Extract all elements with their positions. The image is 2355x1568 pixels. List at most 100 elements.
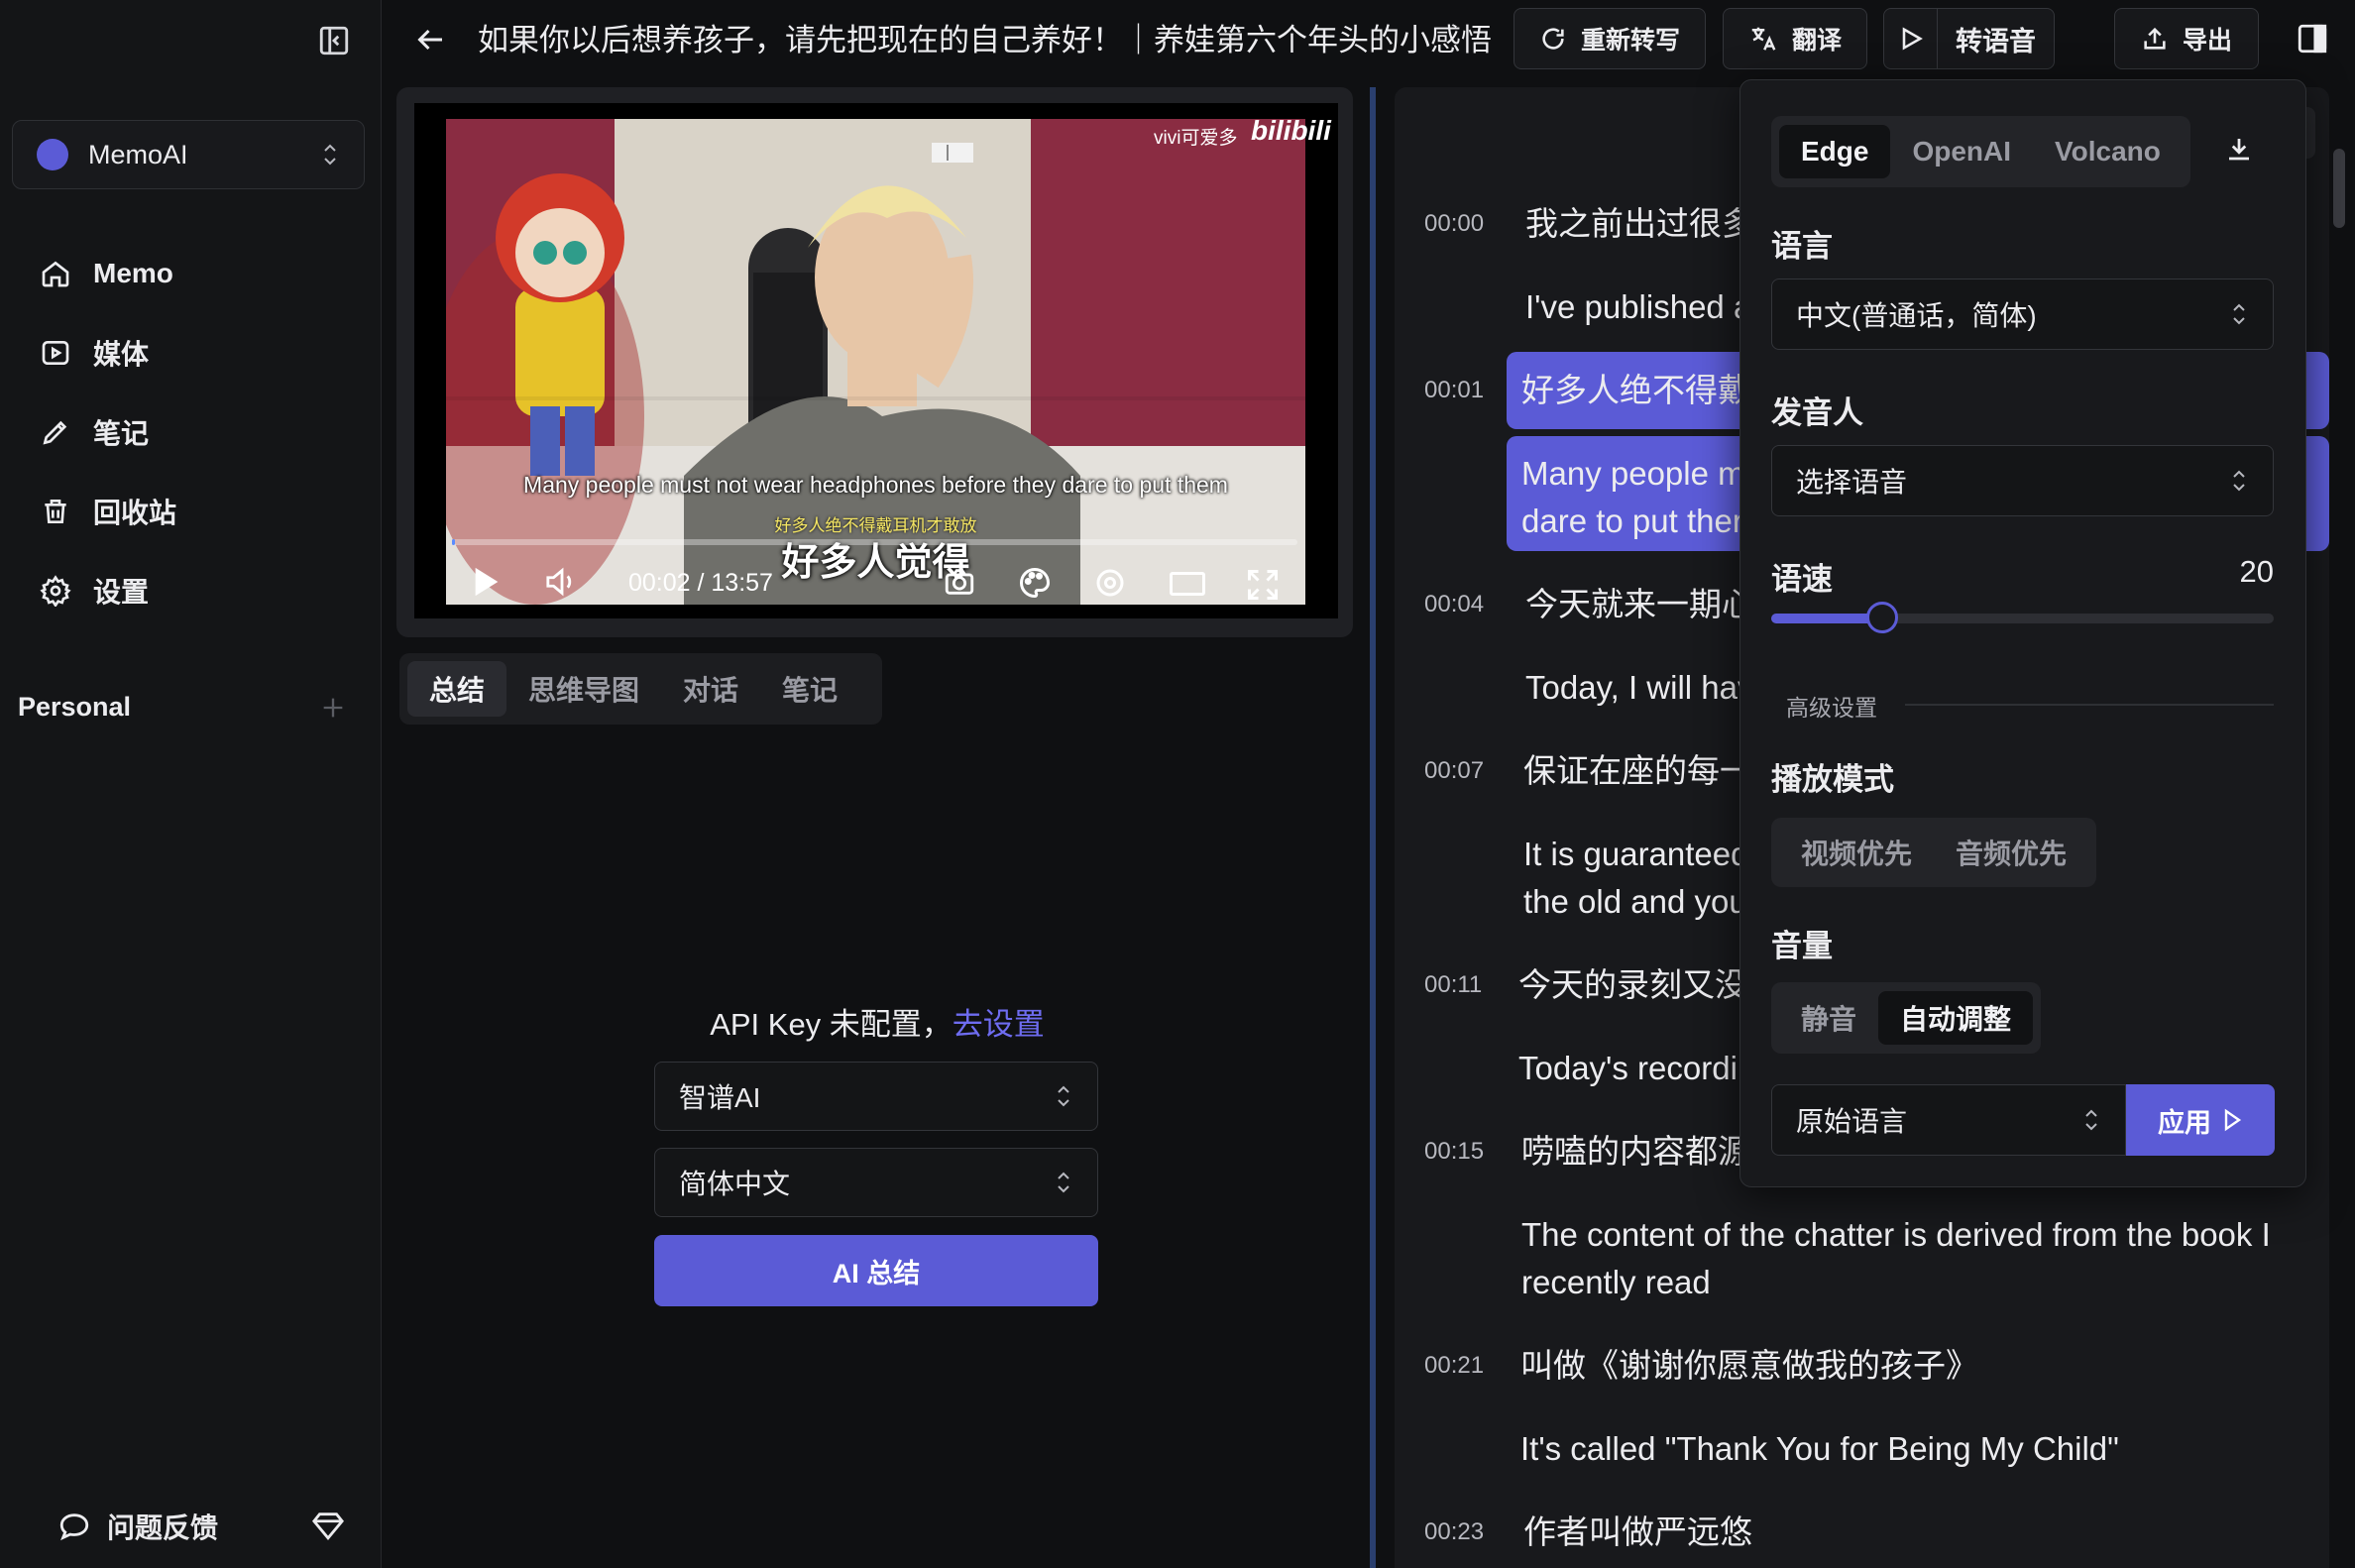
transcript-line[interactable]: 作者叫做严远悠: [1523, 1509, 1752, 1556]
sidebar-toggle-icon[interactable]: [317, 24, 351, 57]
transcript-line[interactable]: 叫做《谢谢你愿意做我的孩子》: [1520, 1342, 1978, 1390]
tab-notes[interactable]: 笔记: [760, 661, 859, 717]
transcript-line[interactable]: 今天就来一期心: [1525, 581, 1754, 628]
ai-summary-button[interactable]: AI 总结: [654, 1235, 1098, 1306]
palette-icon[interactable]: [1017, 565, 1053, 601]
transcript-translation[interactable]: It's called "Thank You for Being My Chil…: [1520, 1425, 2119, 1473]
theater-mode-icon[interactable]: [1168, 569, 1207, 599]
tts-language-select[interactable]: 中文(普通话，简体): [1771, 279, 2274, 350]
transcript-translation[interactable]: It is guaranteed: [1523, 831, 1749, 878]
video-progress-bar[interactable]: [452, 539, 1297, 545]
speed-value: 20: [2239, 554, 2274, 589]
nav-label: Memo: [93, 258, 173, 288]
nav-label: 笔记: [93, 418, 150, 449]
chevron-updown-icon: [1054, 1083, 1073, 1109]
timestamp[interactable]: 00:00: [1424, 210, 1484, 238]
timestamp[interactable]: 00:23: [1424, 1518, 1484, 1546]
bilibili-logo: bilibili: [1251, 115, 1331, 146]
download-icon[interactable]: [2224, 134, 2254, 164]
nav-item-memo[interactable]: Memo: [40, 246, 357, 301]
right-panel-toggle-icon[interactable]: [2296, 22, 2329, 56]
home-icon: [40, 258, 79, 289]
refresh-icon: [1539, 25, 1567, 53]
trash-icon: [40, 496, 79, 527]
play-video-icon[interactable]: [472, 565, 502, 599]
panel-resize-handle[interactable]: [1370, 87, 1376, 1568]
workspace-switcher[interactable]: MemoAI: [12, 120, 365, 189]
tts-button[interactable]: 转语音: [1883, 8, 2055, 69]
transcript-translation[interactable]: The content of the chatter is derived fr…: [1521, 1211, 2271, 1259]
source-language-value: 原始语言: [1796, 1106, 1908, 1137]
volume-segmented: 静音 自动调整: [1771, 982, 2042, 1054]
transcript-line[interactable]: 保证在座的每一: [1523, 747, 1752, 795]
play-mode-video-first[interactable]: 视频优先: [1779, 826, 1934, 879]
volume-icon[interactable]: [543, 565, 581, 599]
go-settings-link[interactable]: 去设置: [953, 1007, 1045, 1042]
feedback-button[interactable]: 问题反馈: [57, 1507, 218, 1546]
summary-language-select[interactable]: 简体中文: [654, 1148, 1098, 1217]
ai-provider-select[interactable]: 智谱AI: [654, 1062, 1098, 1131]
media-icon: [40, 337, 79, 369]
engine-edge[interactable]: Edge: [1779, 125, 1891, 178]
speed-slider-track[interactable]: [1771, 614, 2274, 623]
add-collection-icon[interactable]: [319, 694, 347, 722]
voice-value: 选择语音: [1796, 467, 1908, 498]
retranscribe-button[interactable]: 重新转写: [1514, 8, 1706, 69]
source-language-select[interactable]: 原始语言: [1771, 1084, 2126, 1156]
nav-item-settings[interactable]: 设置: [40, 563, 357, 618]
tab-mindmap[interactable]: 思维导图: [506, 661, 661, 717]
transcript-line[interactable]: 今天的录刻又没: [1518, 961, 1747, 1009]
nav-item-trash[interactable]: 回收站: [40, 484, 357, 539]
nav-item-notes[interactable]: 笔记: [40, 404, 357, 460]
engine-volcano[interactable]: Volcano: [2033, 125, 2183, 178]
transcript-translation[interactable]: Many people m: [1521, 450, 1745, 498]
settings-gear-icon[interactable]: [1092, 565, 1128, 601]
timestamp[interactable]: 00:07: [1424, 757, 1484, 785]
fullscreen-icon[interactable]: [1245, 567, 1281, 603]
timestamp[interactable]: 00:01: [1424, 377, 1484, 404]
tab-summary[interactable]: 总结: [407, 661, 507, 717]
retranscribe-label: 重新转写: [1580, 27, 1680, 55]
transcript-translation[interactable]: Today's recordi: [1518, 1045, 1738, 1092]
engine-openai[interactable]: OpenAI: [1890, 125, 2033, 178]
play-mode-audio-first[interactable]: 音频优先: [1934, 826, 2088, 879]
volume-mute[interactable]: 静音: [1779, 991, 1878, 1045]
back-arrow-icon[interactable]: [410, 22, 450, 57]
diamond-icon[interactable]: [311, 1509, 345, 1542]
transcript-translation[interactable]: dare to put ther: [1521, 498, 1743, 545]
nav-item-media[interactable]: 媒体: [40, 325, 357, 381]
timestamp[interactable]: 00:21: [1424, 1352, 1484, 1380]
transcript-translation[interactable]: Today, I will hav: [1525, 664, 1753, 712]
export-button[interactable]: 导出: [2114, 8, 2259, 69]
transcript-scrollbar[interactable]: [2333, 149, 2345, 228]
nav-label: 回收站: [93, 498, 177, 528]
nav-label: 媒体: [93, 339, 150, 370]
voice-select[interactable]: 选择语音: [1771, 445, 2274, 516]
play-outline-icon: [2221, 1108, 2243, 1132]
timestamp[interactable]: 00:11: [1424, 971, 1482, 999]
translate-button[interactable]: 翻译: [1723, 8, 1867, 69]
transcript-translation[interactable]: I've published a: [1525, 283, 1751, 331]
divider: [1905, 704, 2274, 706]
transcript-translation[interactable]: recently read: [1521, 1259, 1711, 1306]
timestamp[interactable]: 00:04: [1424, 591, 1484, 618]
transcript-translation[interactable]: the old and you: [1523, 878, 1747, 926]
play-mode-label: 播放模式: [1771, 762, 1894, 797]
volume-auto[interactable]: 自动调整: [1878, 991, 2034, 1045]
transcript-line[interactable]: 好多人绝不得戴: [1521, 367, 1750, 414]
chevron-updown-icon: [1054, 1170, 1073, 1195]
sidebar: MemoAI Memo 媒体 笔记 回收站 设置 Personal 问题反馈: [0, 0, 382, 1568]
timestamp[interactable]: 00:15: [1424, 1138, 1484, 1166]
transcript-line[interactable]: 我之前出过很多: [1525, 200, 1754, 248]
api-key-message: API Key 未配置，去设置: [654, 999, 1100, 1044]
transcript-line[interactable]: 唠嗑的内容都源: [1521, 1128, 1750, 1176]
subtitle-english: Many people must not wear headphones bef…: [523, 472, 1228, 498]
video-time: 00:02 / 13:57: [628, 569, 773, 597]
language-label: 语言: [1771, 229, 1833, 264]
speed-slider-thumb[interactable]: [1865, 602, 1898, 633]
apply-button[interactable]: 应用: [2126, 1084, 2275, 1156]
tab-chat[interactable]: 对话: [661, 661, 760, 717]
chat-bubble-icon: [57, 1510, 91, 1543]
speed-slider-fill: [1771, 614, 1882, 623]
screenshot-icon[interactable]: [942, 565, 977, 599]
